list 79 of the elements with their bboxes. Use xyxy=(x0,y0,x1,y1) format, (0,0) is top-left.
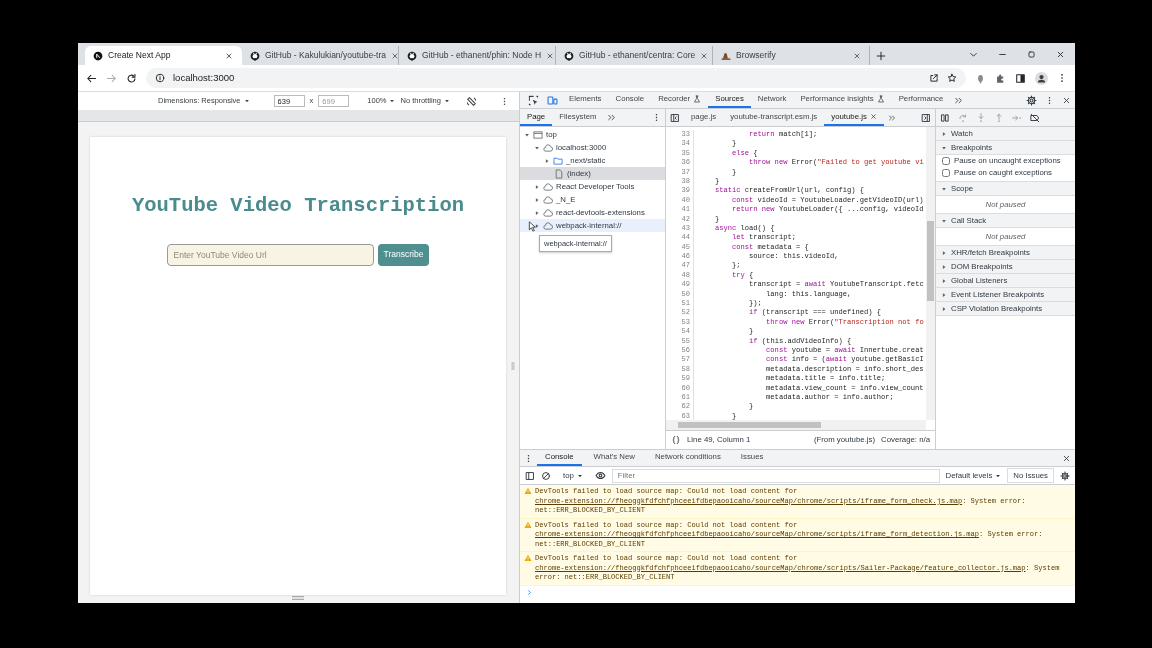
eye-icon[interactable] xyxy=(594,470,606,481)
logo-icon xyxy=(250,50,260,61)
warning-icon xyxy=(524,554,532,562)
new-tab-icon[interactable] xyxy=(876,51,886,61)
device-toolbar-icon[interactable] xyxy=(547,94,558,106)
clear-console-icon[interactable] xyxy=(541,470,551,481)
url-field[interactable]: Enter YouTube Video Url xyxy=(166,243,374,266)
close-icon[interactable] xyxy=(225,51,233,60)
more-tabs-icon[interactable] xyxy=(954,95,964,105)
star-icon[interactable] xyxy=(947,73,957,83)
close-icon[interactable] xyxy=(1062,453,1071,463)
expand-arrow-icon[interactable] xyxy=(534,222,540,229)
cloud-icon xyxy=(543,194,553,205)
extension-icon[interactable] xyxy=(975,72,986,84)
toggle-navigator-icon[interactable] xyxy=(670,112,680,123)
settings-icon[interactable] xyxy=(1026,94,1037,106)
expand-arrow-icon[interactable] xyxy=(534,183,540,190)
more-tabs-icon[interactable] xyxy=(607,113,617,122)
cloud-icon xyxy=(543,181,553,192)
triangle-logo-icon xyxy=(93,50,103,61)
caret-icon xyxy=(443,98,450,104)
caret-icon xyxy=(576,472,583,479)
expand-arrow-icon[interactable] xyxy=(524,131,530,138)
resize-handle-icon[interactable] xyxy=(290,595,306,601)
caret-icon xyxy=(995,472,1002,479)
sidebar-icon[interactable] xyxy=(525,470,535,481)
deactivate-breakpoints-icon[interactable] xyxy=(1030,112,1040,123)
folder-icon xyxy=(553,155,563,166)
inspect-icon[interactable] xyxy=(528,94,539,106)
hat-icon xyxy=(721,50,731,61)
expand-arrow-icon[interactable] xyxy=(534,209,540,216)
checkbox[interactable] xyxy=(942,169,950,177)
scrollbar[interactable] xyxy=(666,420,926,430)
caret-icon xyxy=(389,98,396,104)
rotate-icon[interactable] xyxy=(465,95,477,107)
page-title: YouTube Video Transcription xyxy=(131,193,465,219)
browser-tab[interactable]: GitHub - Kakulukian/youtube-tra xyxy=(242,46,399,65)
prompt-icon[interactable] xyxy=(526,588,533,596)
checkbox[interactable] xyxy=(942,157,950,165)
close-icon[interactable] xyxy=(546,51,555,60)
avatar-icon[interactable] xyxy=(1035,71,1048,85)
close-icon[interactable] xyxy=(869,113,877,120)
address-bar[interactable]: localhost:3000 xyxy=(146,68,966,88)
settings-icon[interactable] xyxy=(1060,470,1070,481)
back-icon[interactable] xyxy=(86,72,97,84)
file-icon xyxy=(554,168,564,179)
browser-tab[interactable]: GitHub - ethanent/phin: Node H xyxy=(399,46,556,65)
share-icon[interactable] xyxy=(929,73,939,83)
close-icon[interactable] xyxy=(853,51,861,60)
info-icon[interactable] xyxy=(155,73,165,83)
toggle-sidebar-icon[interactable] xyxy=(921,112,931,123)
close-icon[interactable] xyxy=(1062,95,1071,105)
logo-icon xyxy=(407,50,417,61)
warning-icon xyxy=(524,487,532,495)
browser-tab[interactable]: Browserify xyxy=(713,46,870,65)
warning-icon xyxy=(524,520,532,529)
pause-icon[interactable] xyxy=(940,112,950,123)
browser-tab[interactable]: GitHub - ethanent/centra: Core xyxy=(556,46,713,65)
cloud-icon xyxy=(543,207,553,218)
pretty-print-icon[interactable] xyxy=(671,435,681,445)
caret-icon xyxy=(243,98,250,104)
expand-arrow-icon[interactable] xyxy=(544,157,550,164)
scrollbar[interactable] xyxy=(926,127,935,420)
close-icon[interactable] xyxy=(1056,49,1065,59)
frame-icon xyxy=(533,129,543,140)
expand-arrow-icon[interactable] xyxy=(534,196,540,203)
close-icon[interactable] xyxy=(700,51,709,60)
expand-arrow-icon[interactable] xyxy=(534,144,540,151)
puzzle-icon[interactable] xyxy=(995,72,1006,84)
side-panel-icon[interactable] xyxy=(1015,72,1026,84)
logo-icon xyxy=(564,50,574,61)
browser-tab[interactable]: Create Next App xyxy=(85,46,242,65)
mouse-cursor-icon xyxy=(528,221,536,232)
maximize-icon[interactable] xyxy=(1027,49,1036,59)
transcribe-button[interactable]: Transcribe xyxy=(377,243,430,266)
cloud-icon xyxy=(543,142,553,153)
reload-icon[interactable] xyxy=(126,72,137,84)
close-icon[interactable] xyxy=(390,51,399,60)
cloud-icon xyxy=(543,220,553,231)
